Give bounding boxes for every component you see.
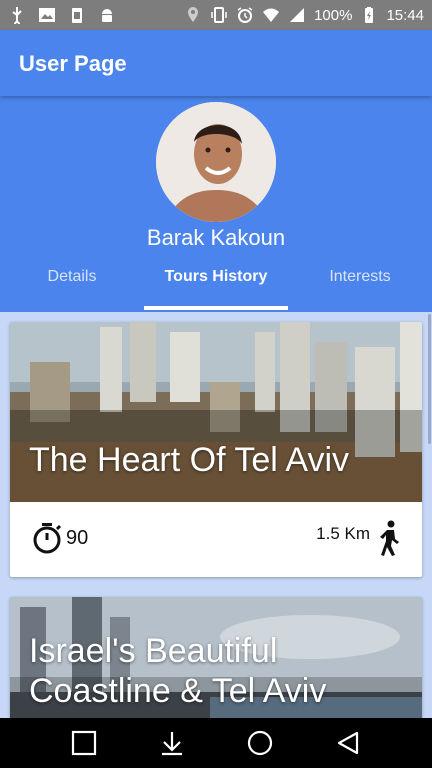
app-bar: User Page <box>0 30 432 96</box>
location-icon <box>188 7 199 22</box>
home-button[interactable] <box>245 728 275 758</box>
system-nav-bar <box>0 718 432 768</box>
android-icon <box>102 9 112 22</box>
clock: 15:44 <box>386 6 424 24</box>
avatar[interactable] <box>156 102 276 222</box>
tour-title: The Heart Of Tel Aviv <box>29 441 349 479</box>
user-name: Barak Kakoun <box>146 225 286 250</box>
battery-saver-icon <box>72 8 82 23</box>
tour-card[interactable]: The Heart Of Tel Aviv 90 1.5 Km <box>10 322 422 577</box>
distance-value: 1.5 Km <box>316 524 370 543</box>
tab-bar: Details Tours History Interests <box>0 266 432 312</box>
recent-apps-icon <box>71 730 97 756</box>
tour-image: The Heart Of Tel Aviv <box>10 322 422 502</box>
tours-list[interactable]: The Heart Of Tel Aviv 90 1.5 Km Israel's… <box>0 312 432 718</box>
back-icon <box>337 731 359 755</box>
tour-distance: 1.5 Km <box>316 520 400 556</box>
alarm-icon <box>237 7 253 23</box>
status-bar: 100% 15:44 <box>0 0 432 30</box>
tour-card[interactable]: Israel's Beautiful Coastline & Tel Aviv <box>10 597 422 718</box>
battery-icon <box>365 7 374 23</box>
tab-tours-history[interactable]: Tours History <box>144 266 288 312</box>
image-icon <box>39 8 55 22</box>
timer-icon <box>33 523 62 554</box>
usb-icon <box>12 7 22 24</box>
vibrate-icon <box>211 7 227 23</box>
tab-interests[interactable]: Interests <box>288 266 432 312</box>
battery-percent: 100% <box>314 6 353 24</box>
hide-keyboard-button[interactable] <box>157 728 187 758</box>
tour-duration: 90 <box>32 522 88 554</box>
tour-footer: 90 1.5 Km <box>10 502 422 577</box>
back-button[interactable] <box>333 728 363 758</box>
walking-icon <box>380 520 399 556</box>
tour-title: Israel's Beautiful Coastline & Tel Aviv <box>29 631 326 711</box>
tour-title-line2: Coastline & Tel Aviv <box>29 672 327 710</box>
recent-apps-button[interactable] <box>69 728 99 758</box>
duration-value: 90 <box>66 526 89 549</box>
home-icon <box>247 730 273 756</box>
tour-title-line1: Israel's Beautiful <box>29 632 278 670</box>
scrollbar[interactable] <box>428 314 431 444</box>
page-title: User Page <box>19 51 127 76</box>
tour-image: Israel's Beautiful Coastline & Tel Aviv <box>10 597 422 718</box>
signal-icon <box>290 8 305 22</box>
tab-details[interactable]: Details <box>0 266 144 312</box>
profile-header: Barak Kakoun Details Tours History Inter… <box>0 96 432 312</box>
hide-keyboard-icon <box>162 732 182 756</box>
wifi-icon <box>263 8 280 22</box>
